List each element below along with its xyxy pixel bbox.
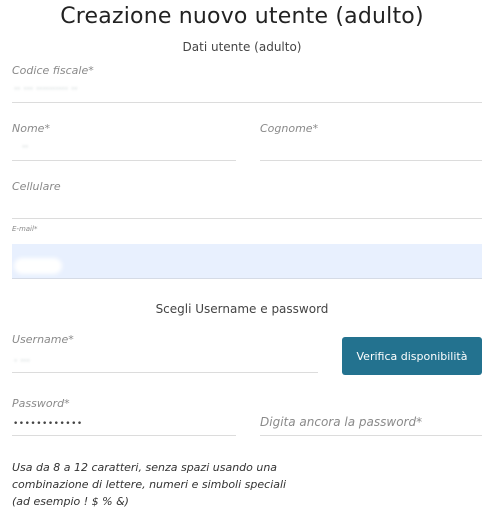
help-line-3: (ad esempio ! $ % &) [12, 495, 129, 508]
password-label: Password* [12, 397, 70, 410]
username-label: Username* [12, 333, 74, 346]
help-line-2: combinazione di lettere, numeri e simbol… [12, 478, 287, 491]
email-redacted-value [14, 258, 62, 274]
cognome-input[interactable] [262, 142, 462, 154]
codice-fiscale-input[interactable]: ·· ··· ·········· ·· [14, 84, 78, 95]
password-confirm-input[interactable]: Digita ancora la password* [260, 415, 422, 429]
cognome-underline [260, 160, 482, 161]
username-input[interactable]: · ··· [14, 356, 30, 367]
page-title: Creazione nuovo utente (adulto) [60, 4, 424, 29]
cellulare-label: Cellulare [12, 180, 61, 193]
cognome-label: Cognome* [260, 122, 319, 135]
nome-underline [12, 160, 236, 161]
section-subtitle: Dati utente (adulto) [182, 40, 302, 54]
codice-fiscale-underline [12, 102, 482, 103]
codice-fiscale-label: Codice fiscale* [12, 64, 94, 77]
password-underline [12, 435, 236, 436]
password-help-text: Usa da 8 a 12 caratteri, senza spazi usa… [12, 459, 302, 510]
cellulare-input[interactable] [14, 200, 474, 214]
verifica-disponibilita-button[interactable]: Verifica disponibilità [342, 337, 482, 375]
nome-input[interactable]: ·· [22, 142, 28, 153]
nome-label: Nome* [12, 122, 50, 135]
help-line-1: Usa da 8 a 12 caratteri, senza spazi usa… [12, 461, 278, 474]
cellulare-underline [12, 218, 482, 219]
credentials-section-title: Scegli Username e password [155, 302, 329, 316]
password-confirm-underline [260, 435, 482, 436]
email-input[interactable] [12, 244, 482, 279]
username-underline [12, 372, 318, 373]
email-label: E-mail* [12, 225, 38, 233]
password-input[interactable]: •••••••••••• [13, 419, 83, 429]
